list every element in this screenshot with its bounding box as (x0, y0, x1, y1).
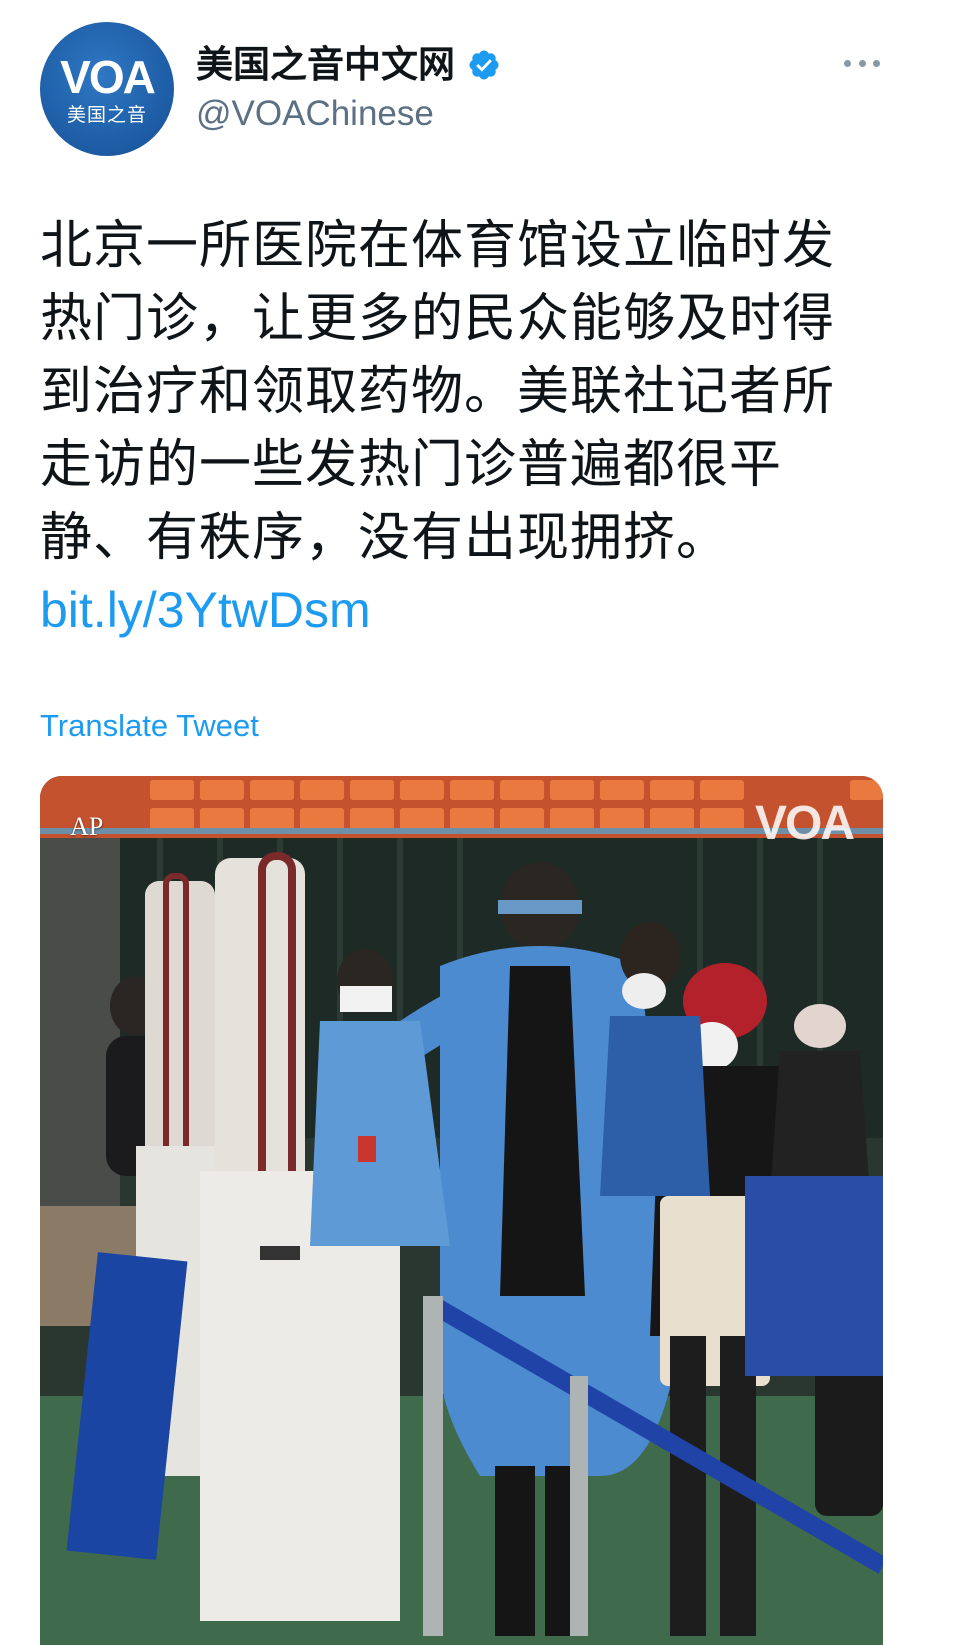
avatar[interactable]: VOA 美国之音 (40, 22, 174, 156)
voa-watermark: VOA (754, 797, 855, 850)
blue-banner (745, 1176, 883, 1376)
barrier-post-2 (570, 1376, 588, 1636)
barrier-post (423, 1296, 443, 1636)
avatar-subtitle: 美国之音 (66, 104, 147, 126)
display-name[interactable]: 美国之音中文网 (196, 42, 501, 88)
translate-tweet-link[interactable]: Translate Tweet (40, 706, 259, 746)
photo-credit: AP (70, 812, 104, 841)
more-options-icon-dot (873, 59, 880, 67)
account-handle[interactable]: @VOAChinese (196, 92, 434, 136)
avatar-logo: VOA (60, 51, 156, 103)
tweet-text: 北京一所医院在体育馆设立临时发热门诊，让更多的民众能够及时得到治疗和领取药物。美… (40, 216, 836, 568)
tweet-photo[interactable]: AP VOA (40, 776, 883, 1645)
photo-scene (40, 776, 883, 1645)
tweet-link[interactable]: bit.ly/3YtwDsm (40, 578, 371, 642)
display-name-text: 美国之音中文网 (196, 43, 455, 86)
verified-badge-icon (469, 50, 499, 80)
tweet: VOA 美国之音 美国之音中文网 @VOAChinese 北京一所医院在体育馆设… (0, 0, 968, 1645)
more-options-button[interactable] (844, 46, 880, 80)
more-options-icon-dot (858, 59, 866, 67)
more-options-icon (844, 59, 851, 67)
